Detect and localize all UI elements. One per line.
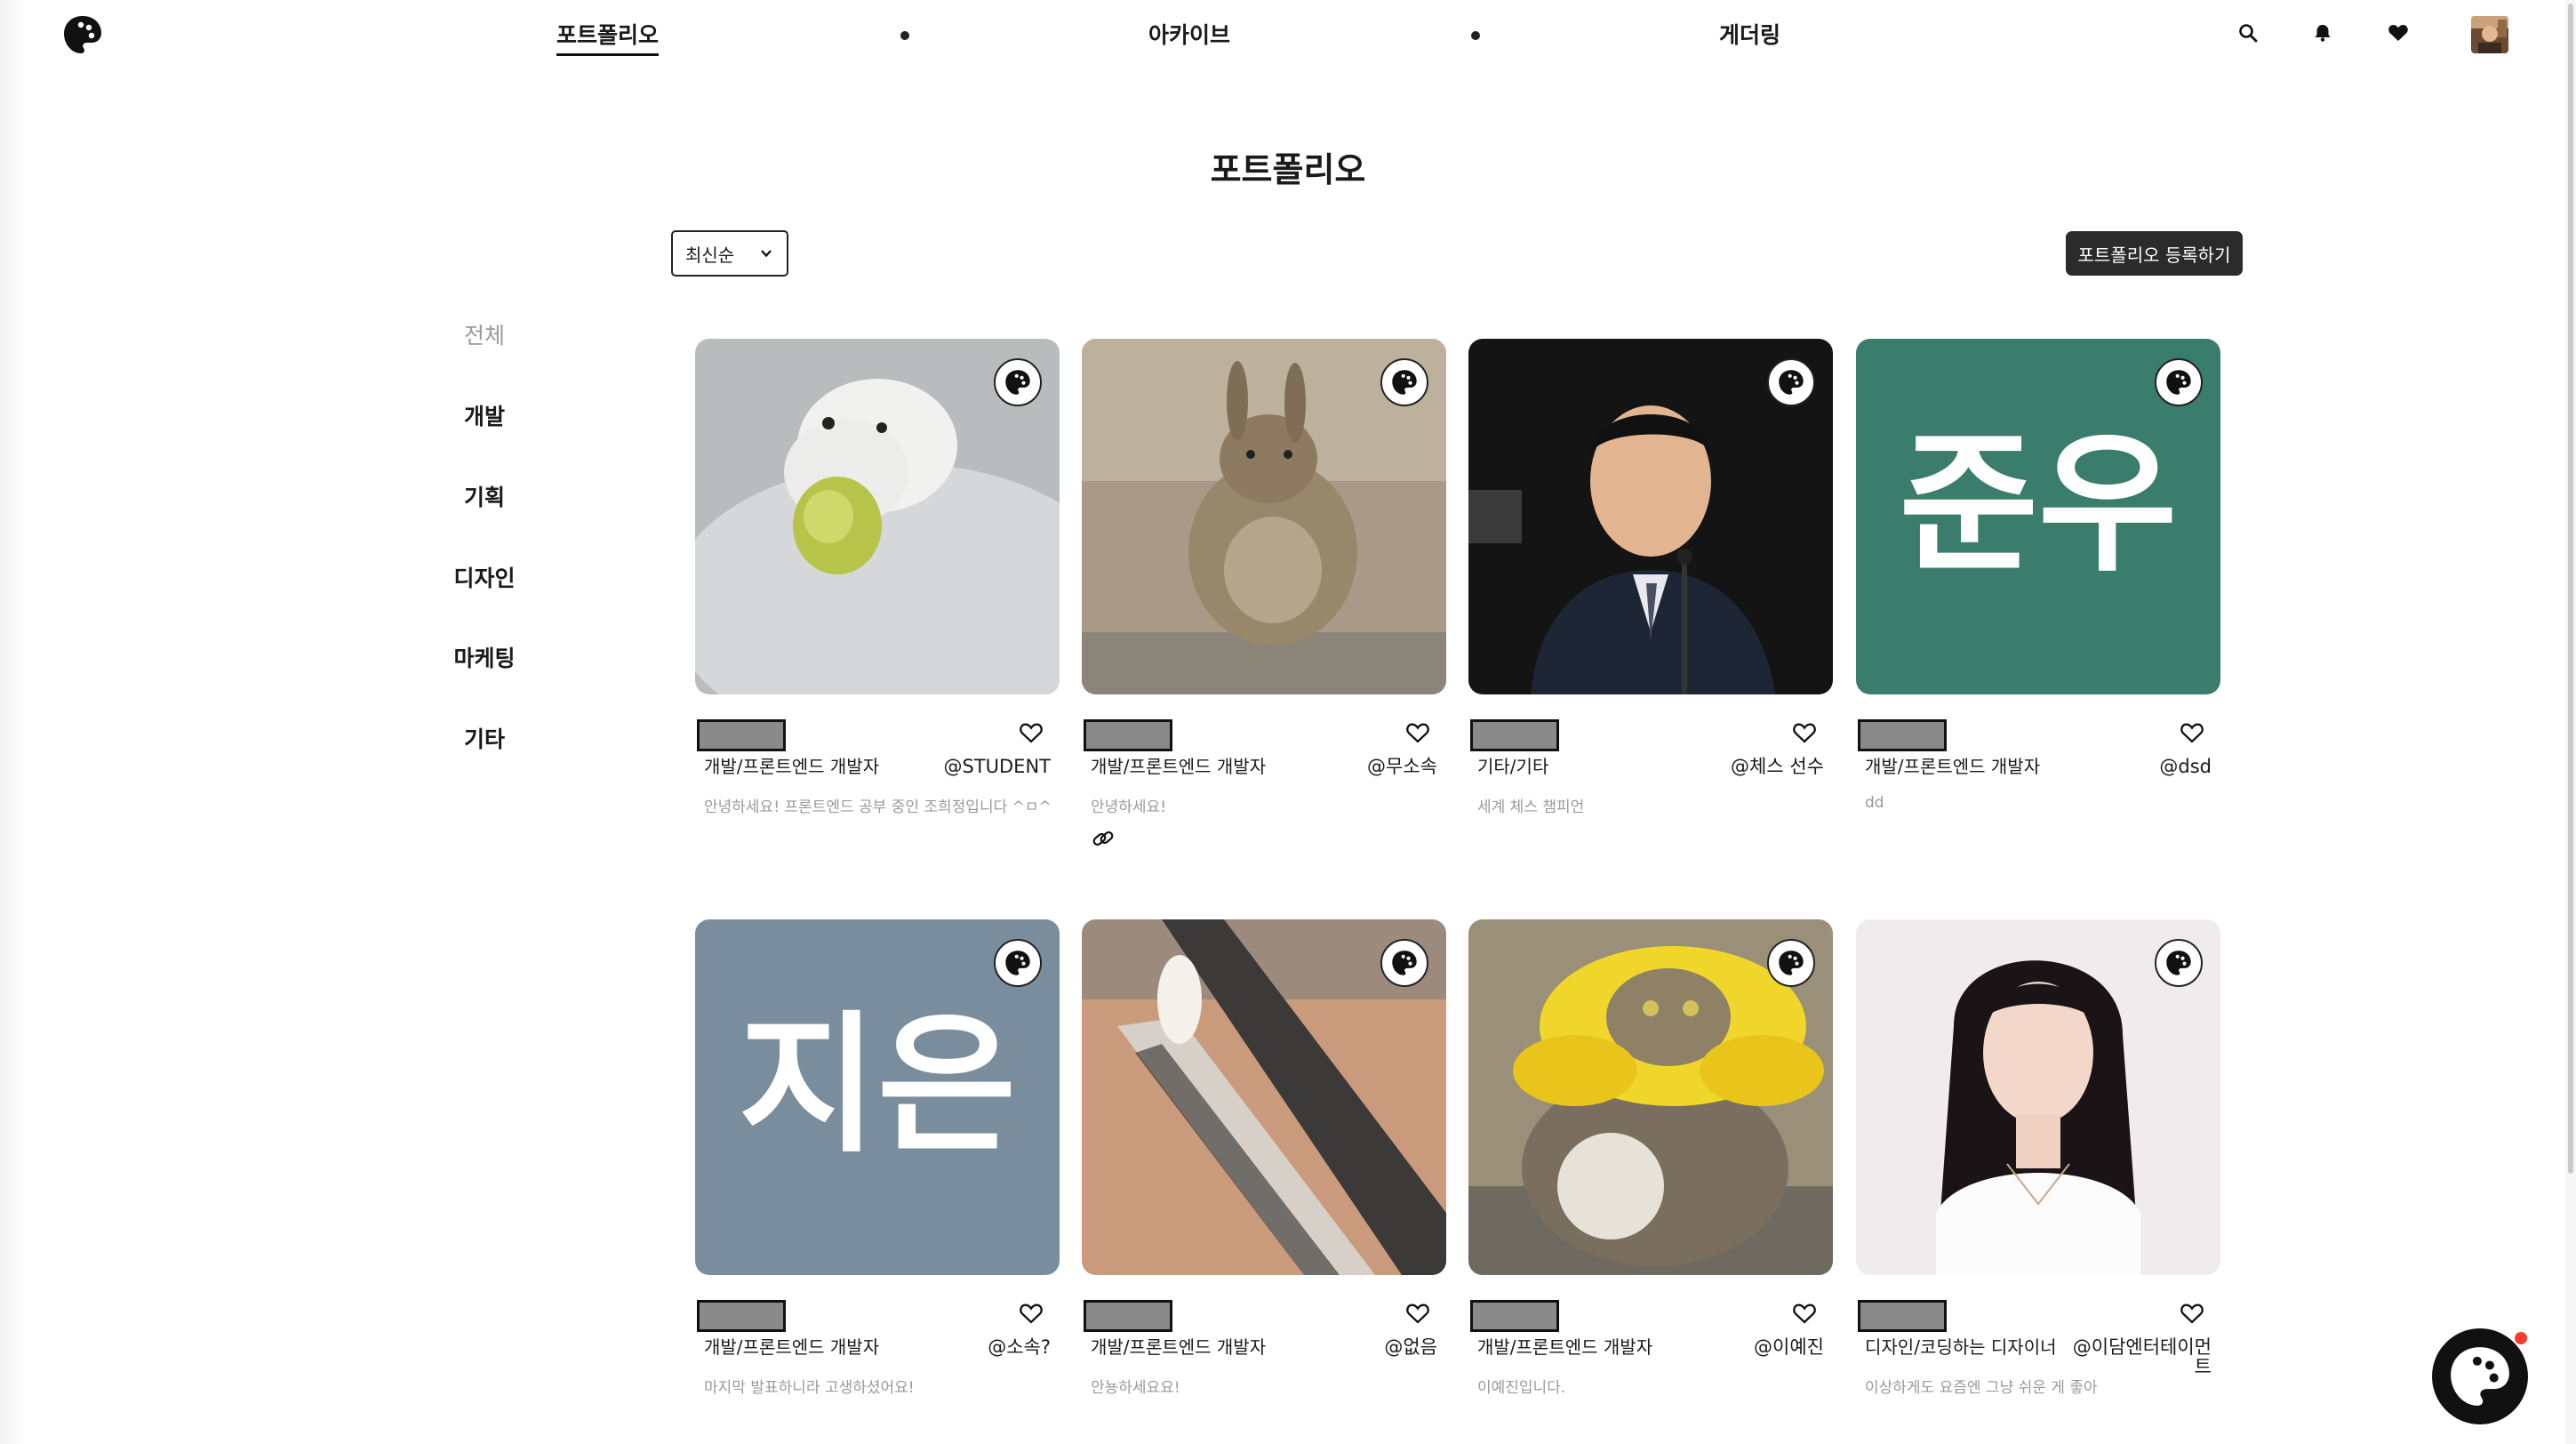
category-planning[interactable]: 기획 (427, 480, 542, 512)
palette-icon (994, 358, 1042, 406)
nav-archive[interactable]: 아카이브 (1148, 18, 1230, 50)
card-description: 이예진입니다. (1477, 1379, 1566, 1397)
register-portfolio-button[interactable]: 포트폴리오 등록하기 (2066, 231, 2243, 276)
heart-outline-icon[interactable] (1405, 1302, 1430, 1327)
nav-separator-dot (900, 31, 909, 40)
card-description: 안뇽하세요요! (1091, 1379, 1180, 1397)
card-description: 마지막 발표하니라 고생하셨어요! (704, 1379, 915, 1397)
palette-icon (1380, 358, 1428, 406)
search-icon[interactable] (2235, 20, 2261, 46)
category-other[interactable]: 기타 (427, 722, 542, 754)
card-category: 개발/프론트엔드 개발자 (1477, 1336, 1653, 1358)
scrollbar[interactable] (2565, 0, 2576, 1444)
notification-dot (2515, 1332, 2527, 1344)
card-description: 안녕하세요! (1091, 798, 1167, 816)
card-user-handle[interactable]: @dsd (2159, 757, 2212, 776)
card-user-handle[interactable]: @없음 (1384, 1337, 1437, 1357)
card-description: 이상하게도 요즘엔 그냥 쉬운 게 좋아 (1865, 1379, 2098, 1397)
card-category: 개발/프론트엔드 개발자 (704, 756, 880, 777)
card-tag-placeholder (1470, 719, 1559, 751)
category-all[interactable]: 전체 (427, 318, 542, 350)
heart-outline-icon[interactable] (2180, 721, 2204, 746)
card-category: 기타/기타 (1477, 756, 1549, 777)
card-thumbnail[interactable] (1468, 339, 1833, 694)
card-tag-placeholder (697, 719, 786, 751)
heart-outline-icon[interactable] (1019, 721, 1044, 746)
chevron-down-icon (758, 245, 774, 266)
heart-outline-icon[interactable] (1792, 1302, 1817, 1327)
card-user-handle[interactable]: @무소속 (1367, 757, 1437, 776)
card-category: 개발/프론트엔드 개발자 (1091, 756, 1267, 777)
portfolio-card[interactable]: 개발/프론트엔드 개발자 @STUDENT 안녕하세요! 프론트엔드 공부 중인 조… (695, 339, 1060, 816)
card-user-handle[interactable]: @이예진 (1754, 1337, 1824, 1357)
card-tag-placeholder (1084, 1300, 1172, 1332)
card-user-handle[interactable]: @소속? (988, 1337, 1051, 1357)
portfolio-card[interactable]: 준우개발/프론트엔드 개발자 @dsd dd (1856, 339, 2220, 812)
card-user-handle[interactable]: @체스 선수 (1731, 757, 1824, 776)
page-title: 포트폴리오 (1210, 150, 1366, 189)
card-tag-placeholder (697, 1300, 786, 1332)
card-tag-placeholder (1858, 719, 1947, 751)
card-description: 세계 체스 챔피언 (1477, 798, 1585, 816)
portfolio-card[interactable]: 개발/프론트엔드 개발자 @무소속안녕하세요! (1082, 339, 1446, 846)
card-thumbnail[interactable]: 지은 (695, 919, 1060, 1275)
card-category: 디자인/코딩하는 디자이너 (1865, 1336, 2057, 1358)
palette-icon (1767, 939, 1815, 987)
card-user-handle[interactable]: @STUDENT (943, 757, 1051, 776)
svg-text:준우: 준우 (1900, 417, 2178, 593)
nav-gathering[interactable]: 게더링 (1719, 18, 1780, 50)
card-description: 안녕하세요! 프론트엔드 공부 중인 조희정입니다 ^ㅁ^ (704, 798, 1051, 816)
heart-outline-icon[interactable] (1405, 721, 1430, 746)
card-category: 개발/프론트엔드 개발자 (1865, 756, 2041, 777)
portfolio-card[interactable]: 개발/프론트엔드 개발자 @없음안뇽하세요요! (1082, 919, 1446, 1397)
portfolio-card[interactable]: 지은개발/프론트엔드 개발자 @소속? 마지막 발표하니라 고생하셨어요! (695, 919, 1060, 1397)
link-icon[interactable] (1091, 826, 1116, 851)
card-thumbnail[interactable]: 준우 (1856, 339, 2220, 694)
palette-fab-button[interactable] (2432, 1328, 2528, 1424)
portfolio-card[interactable]: 디자인/코딩하는 디자이너 @이담엔터테이먼트이상하게도 요즘엔 그냥 쉬운 게 … (1856, 919, 2220, 1397)
card-thumbnail[interactable] (1082, 919, 1446, 1275)
palette-icon (2155, 939, 2203, 987)
heart-outline-icon[interactable] (1019, 1302, 1044, 1327)
card-user-handle[interactable]: @이담엔터테이먼트 (2060, 1337, 2212, 1376)
card-thumbnail[interactable] (1082, 339, 1446, 694)
palette-icon (994, 939, 1042, 987)
card-category: 개발/프론트엔드 개발자 (704, 1336, 880, 1358)
portfolio-card[interactable]: 기타/기타 @체스 선수세계 체스 챔피언 (1468, 339, 1833, 816)
svg-text:지은: 지은 (739, 998, 1017, 1174)
heart-filled-icon[interactable] (2385, 20, 2412, 46)
palette-icon (2155, 358, 2203, 406)
category-design[interactable]: 디자인 (427, 561, 542, 593)
nav-separator-dot (1471, 31, 1480, 40)
card-tag-placeholder (1470, 1300, 1559, 1332)
palette-logo-icon[interactable] (62, 14, 103, 55)
category-marketing[interactable]: 마케팅 (427, 641, 542, 673)
card-tag-placeholder (1084, 719, 1172, 751)
portfolio-card[interactable]: 개발/프론트엔드 개발자 @이예진이예진입니다. (1468, 919, 1833, 1397)
card-thumbnail[interactable] (695, 339, 1060, 694)
palette-icon (1380, 939, 1428, 987)
user-avatar[interactable] (2471, 16, 2508, 53)
card-description: dd (1865, 794, 1884, 812)
left-edge-shade (0, 0, 27, 1444)
palette-icon (1767, 358, 1815, 406)
card-category: 개발/프론트엔드 개발자 (1091, 1336, 1267, 1358)
bell-icon[interactable] (2309, 20, 2336, 46)
sort-selected-label: 최신순 (685, 244, 735, 266)
card-thumbnail[interactable] (1468, 919, 1833, 1275)
heart-outline-icon[interactable] (1792, 721, 1817, 746)
sort-dropdown[interactable]: 최신순 (671, 230, 788, 277)
category-dev[interactable]: 개발 (427, 399, 542, 431)
card-thumbnail[interactable] (1856, 919, 2220, 1275)
card-tag-placeholder (1858, 1300, 1947, 1332)
heart-outline-icon[interactable] (2180, 1302, 2204, 1327)
nav-portfolio[interactable]: 포트폴리오 (556, 18, 660, 56)
